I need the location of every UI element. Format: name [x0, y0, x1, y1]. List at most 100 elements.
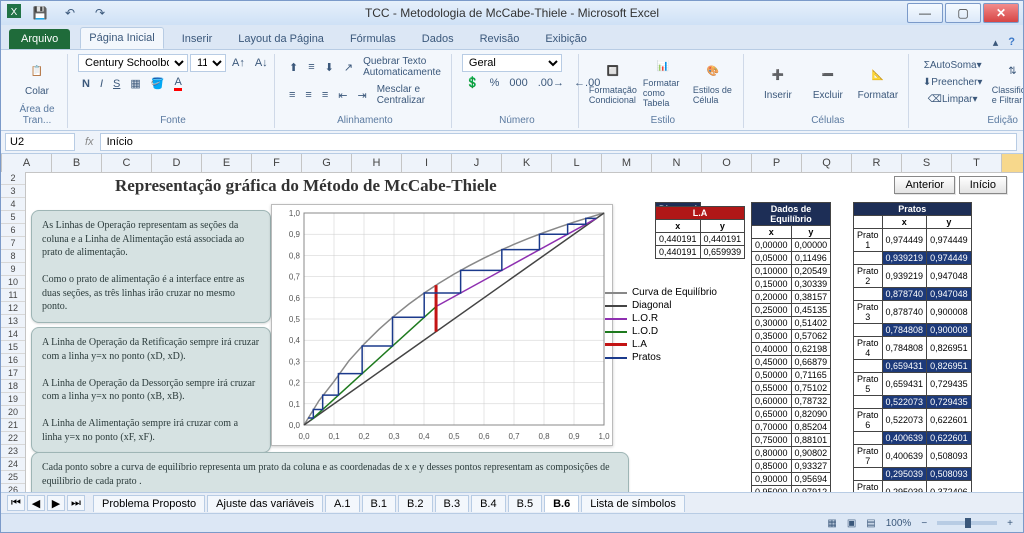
row-header[interactable]: 26	[1, 484, 25, 492]
maximize-button[interactable]: ▢	[945, 3, 981, 23]
redo-icon[interactable]: ↷	[87, 2, 113, 24]
row-header[interactable]: 18	[1, 380, 25, 393]
row-header[interactable]: 24	[1, 458, 25, 471]
row-header[interactable]: 2	[1, 172, 25, 185]
format-cells-button[interactable]: 📐Formatar	[854, 54, 902, 110]
bold-button[interactable]: N	[78, 76, 94, 92]
font-select[interactable]: Century Schoolbo	[78, 54, 188, 72]
cell-styles-button[interactable]: 🎨Estilos de Célula	[689, 54, 737, 110]
col-header-B[interactable]: B	[52, 154, 102, 172]
sheet-tab[interactable]: Lista de símbolos	[581, 495, 685, 512]
format-as-table-button[interactable]: 📊Formatar como Tabela	[639, 54, 687, 110]
ribbon-minimize-icon[interactable]: ▴	[993, 36, 999, 49]
currency-icon[interactable]: 💲	[462, 74, 484, 91]
col-header-E[interactable]: E	[202, 154, 252, 172]
wrap-text-button[interactable]: Quebrar Texto Automaticamente	[359, 54, 445, 80]
shrink-font-icon[interactable]: A↓	[251, 55, 272, 71]
tab-home[interactable]: Página Inicial	[80, 27, 163, 49]
row-header[interactable]: 5	[1, 211, 25, 224]
col-header-A[interactable]: A	[2, 154, 52, 172]
align-mid-icon[interactable]: ≡	[304, 59, 318, 75]
sheet-tab[interactable]: B.6	[544, 495, 579, 512]
row-header[interactable]: 7	[1, 237, 25, 250]
row-header[interactable]: 19	[1, 393, 25, 406]
minimize-button[interactable]: —	[907, 3, 943, 23]
merge-button[interactable]: Mesclar e Centralizar	[373, 82, 445, 108]
sheet-tab[interactable]: A.1	[325, 495, 360, 512]
italic-button[interactable]: I	[96, 76, 107, 92]
row-header[interactable]: 4	[1, 198, 25, 211]
align-right-icon[interactable]: ≡	[318, 87, 332, 103]
cond-format-button[interactable]: 🔲Formatação Condicional	[589, 54, 637, 110]
help-icon[interactable]: ?	[1008, 36, 1015, 49]
tab-view[interactable]: Exibição	[537, 29, 595, 49]
tab-nav-next-icon[interactable]: ▶	[47, 495, 65, 511]
tab-layout[interactable]: Layout da Página	[230, 29, 332, 49]
paste-button[interactable]: 📋Colar	[13, 54, 61, 102]
undo-icon[interactable]: ↶	[57, 2, 83, 24]
row-header[interactable]: 13	[1, 315, 25, 328]
col-header-J[interactable]: J	[452, 154, 502, 172]
insert-cells-button[interactable]: ➕Inserir	[754, 54, 802, 110]
row-header[interactable]: 25	[1, 471, 25, 484]
underline-button[interactable]: S	[109, 76, 124, 92]
tab-data[interactable]: Dados	[414, 29, 462, 49]
tab-nav-first-icon[interactable]: ⏮	[7, 495, 25, 511]
align-left-icon[interactable]: ≡	[285, 87, 299, 103]
align-center-icon[interactable]: ≡	[301, 87, 315, 103]
orientation-icon[interactable]: ↗	[340, 59, 357, 76]
col-header-O[interactable]: O	[702, 154, 752, 172]
col-header-P[interactable]: P	[752, 154, 802, 172]
zoom-slider[interactable]	[937, 521, 997, 525]
fx-icon[interactable]: fx	[79, 136, 100, 148]
col-header-H[interactable]: H	[352, 154, 402, 172]
inc-decimal-icon[interactable]: .00→	[534, 75, 568, 91]
comma-icon[interactable]: 000	[505, 75, 531, 91]
file-tab[interactable]: Arquivo	[9, 29, 70, 49]
chart[interactable]: 0,00,00,10,10,20,20,30,30,40,40,50,50,60…	[271, 204, 613, 446]
tab-formulas[interactable]: Fórmulas	[342, 29, 404, 49]
row-header[interactable]: 22	[1, 432, 25, 445]
autosum-button[interactable]: Σ AutoSoma ▾	[919, 58, 987, 73]
row-header[interactable]: 23	[1, 445, 25, 458]
border-icon[interactable]: ▦	[126, 75, 144, 92]
col-header-M[interactable]: M	[602, 154, 652, 172]
sheet-tab[interactable]: Ajuste das variáveis	[207, 495, 323, 512]
row-header[interactable]: 16	[1, 354, 25, 367]
row-header[interactable]: 14	[1, 328, 25, 341]
fill-color-icon[interactable]: 🪣	[147, 75, 169, 92]
col-header-C[interactable]: C	[102, 154, 152, 172]
row-header[interactable]: 6	[1, 224, 25, 237]
zoom-in-icon[interactable]: +	[1007, 518, 1013, 529]
col-header-K[interactable]: K	[502, 154, 552, 172]
grow-font-icon[interactable]: A↑	[228, 55, 249, 71]
sheet-tab[interactable]: B.3	[435, 495, 470, 512]
row-header[interactable]: 9	[1, 263, 25, 276]
sheet-tab[interactable]: B.4	[471, 495, 506, 512]
worksheet-grid[interactable]: ABCDEFGHIJKLMNOPQRSTUV 23456789101112131…	[1, 154, 1023, 492]
view-break-icon[interactable]: ▤	[866, 518, 875, 529]
sheet-tab[interactable]: B.2	[398, 495, 433, 512]
row-header[interactable]: 11	[1, 289, 25, 302]
delete-cells-button[interactable]: ➖Excluir	[804, 54, 852, 110]
row-header[interactable]: 15	[1, 341, 25, 354]
inicio-button[interactable]: Início	[959, 176, 1007, 194]
sort-filter-button[interactable]: ⇅Classificar e Filtrar	[988, 54, 1023, 110]
align-bot-icon[interactable]: ⬇	[321, 59, 338, 76]
row-header[interactable]: 21	[1, 419, 25, 432]
col-header-F[interactable]: F	[252, 154, 302, 172]
col-header-S[interactable]: S	[902, 154, 952, 172]
indent-inc-icon[interactable]: ⇥	[353, 87, 370, 104]
fill-button[interactable]: ⬇ Preencher ▾	[919, 75, 987, 90]
col-header-G[interactable]: G	[302, 154, 352, 172]
font-color-icon[interactable]: A	[170, 74, 185, 93]
sheet-tab[interactable]: Problema Proposto	[93, 495, 205, 512]
name-box[interactable]	[5, 133, 75, 151]
col-header-Q[interactable]: Q	[802, 154, 852, 172]
anterior-button[interactable]: Anterior	[894, 176, 955, 194]
row-header[interactable]: 12	[1, 302, 25, 315]
percent-icon[interactable]: %	[486, 75, 504, 91]
tab-nav-prev-icon[interactable]: ◀	[27, 495, 45, 511]
zoom-out-icon[interactable]: −	[921, 518, 927, 529]
align-top-icon[interactable]: ⬆	[285, 59, 302, 76]
